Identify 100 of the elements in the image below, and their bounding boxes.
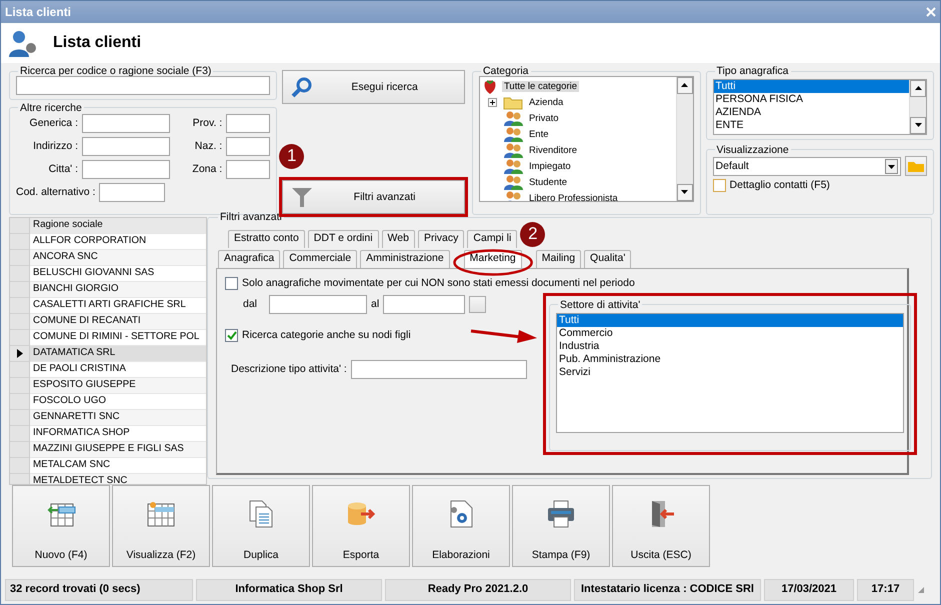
input-field[interactable] <box>226 160 270 180</box>
table-cell: MAZZINI GIUSEPPE E FIGLI SAS <box>30 442 206 458</box>
list-item[interactable]: Pub. Amministrazione <box>557 353 903 366</box>
checkbox[interactable] <box>225 276 238 290</box>
search-button[interactable]: Esegui ricerca <box>282 70 465 104</box>
column-header[interactable]: Ragione sociale <box>30 218 206 234</box>
checkbox-label: Ricerca categorie anche su nodi figli <box>242 328 411 342</box>
group-label: Ricerca per codice o ragione sociale (F3) <box>19 65 212 78</box>
dropdown-value: Default <box>716 160 749 172</box>
tab[interactable]: Qualita' <box>584 250 632 268</box>
status-text: Informatica Shop Srl <box>196 579 382 601</box>
tree-item[interactable]: Impiegato <box>526 160 573 172</box>
list-item[interactable]: Servizi <box>557 366 903 380</box>
list-item[interactable]: ENTE <box>714 118 909 132</box>
toolbar-button[interactable]: Visualizza (F2) <box>112 485 210 567</box>
people-icon <box>502 127 523 142</box>
toolbar-button[interactable]: Esporta <box>312 485 410 567</box>
checkbox-label: Dettaglio contatti (F5) <box>730 179 830 192</box>
field-label: Naz. : <box>194 140 222 153</box>
list-item[interactable]: PERSONA FISICA <box>714 92 909 106</box>
date-field[interactable] <box>269 294 368 314</box>
scroll-up-icon[interactable] <box>914 86 922 90</box>
expander-icon[interactable] <box>488 98 497 108</box>
table-cell: ANCORA SNC <box>30 250 206 266</box>
tab[interactable]: DDT e ordini <box>308 230 379 248</box>
tree-item[interactable]: Libero Professionista <box>526 192 620 201</box>
group-label: Settore di attivita' <box>559 298 642 312</box>
printer-icon <box>545 498 577 530</box>
tree-item[interactable]: Azienda <box>526 96 566 108</box>
checkbox[interactable] <box>712 179 726 192</box>
list-item[interactable]: Industria <box>557 340 903 354</box>
input-field[interactable] <box>350 360 527 379</box>
close-icon[interactable] <box>926 7 936 17</box>
tab[interactable]: Commerciale <box>283 250 358 268</box>
field-label: Prov. : <box>192 117 222 130</box>
table-cell: ESPOSITO GIUSEPPE <box>30 378 206 394</box>
toolbar-button[interactable]: Stampa (F9) <box>512 485 610 567</box>
field-label: Descrizione tipo attivita' : <box>231 362 347 376</box>
date-field[interactable] <box>383 294 466 314</box>
page-title: Lista clienti <box>53 33 142 53</box>
checkbox[interactable] <box>225 328 238 342</box>
view-dropdown[interactable]: Default <box>712 156 901 176</box>
checkbox-label: Solo anagrafiche movimentate per cui NON sono stati emessi documenti nel periodo <box>242 276 635 290</box>
input-field[interactable] <box>82 114 170 134</box>
toolbar-button[interactable]: Elaborazioni <box>412 485 510 567</box>
scrollbar[interactable] <box>676 76 693 201</box>
group-label: Filtri avanzati <box>219 211 283 224</box>
list-item[interactable]: AZIENDA <box>714 106 909 119</box>
tree-item[interactable]: Rivenditore <box>526 144 580 156</box>
status-text: 17:17 <box>857 579 914 601</box>
people-icon <box>502 159 523 174</box>
filter-button[interactable]: Filtri avanzati <box>282 180 465 214</box>
toolbar-button[interactable]: Uscita (ESC) <box>612 485 710 567</box>
input-field[interactable] <box>226 114 270 134</box>
resize-grip-icon[interactable] <box>917 586 925 594</box>
callout-badge: 2 <box>520 222 546 247</box>
group-label: Visualizzazione <box>716 144 790 156</box>
toolbar-button[interactable]: Nuovo (F4) <box>12 485 110 567</box>
tree-item[interactable]: Privato <box>526 112 561 124</box>
date-picker-button[interactable] <box>469 296 486 313</box>
search-icon <box>291 76 314 98</box>
scroll-up-icon[interactable] <box>681 83 688 88</box>
field-label: Cod. alternativo : <box>16 186 96 199</box>
people-icon <box>502 111 523 126</box>
tab[interactable]: Anagrafica <box>218 250 280 268</box>
field-label: Citta' : <box>48 163 78 176</box>
toolbar-button[interactable]: Duplica <box>212 485 310 567</box>
tree-item[interactable]: Studente <box>526 176 570 188</box>
tab[interactable]: Privacy <box>418 230 464 248</box>
search-field[interactable] <box>16 76 270 95</box>
list-item[interactable]: Tutti <box>557 314 903 328</box>
window-title: Lista clienti <box>5 4 72 20</box>
scroll-down-icon[interactable] <box>681 190 688 194</box>
field-label: al <box>371 298 380 310</box>
scroll-down-icon[interactable] <box>914 123 922 128</box>
status-text: 17/03/2021 <box>764 579 854 601</box>
input-field[interactable] <box>226 137 270 156</box>
list-item[interactable]: Commercio <box>557 327 903 340</box>
list-item[interactable]: Tutti <box>714 80 909 93</box>
table-cell: METALDETECT SNC <box>30 474 206 484</box>
tree-item[interactable]: Tutte le categorie <box>502 80 580 92</box>
input-field[interactable] <box>82 160 170 180</box>
tab[interactable]: Web <box>382 230 415 248</box>
tab[interactable]: Estratto conto <box>228 230 305 248</box>
tab[interactable]: Campi li <box>467 230 518 248</box>
tab[interactable]: Mailing <box>536 250 582 268</box>
folder-button[interactable] <box>905 156 927 176</box>
callout-badge: 1 <box>279 144 304 169</box>
clients-icon <box>7 28 37 58</box>
input-field[interactable] <box>82 137 170 156</box>
folder-icon <box>502 96 523 110</box>
funnel-icon <box>291 186 314 208</box>
tab[interactable]: Amministrazione <box>360 250 450 268</box>
input-field[interactable] <box>99 183 166 202</box>
scrollbar[interactable] <box>909 80 926 134</box>
field-label: Generica : <box>28 117 78 130</box>
tree-item[interactable]: Ente <box>526 128 551 140</box>
row-header[interactable] <box>10 346 30 362</box>
people-icon <box>502 143 523 158</box>
table-cell: GENNARETTI SNC <box>30 410 206 426</box>
